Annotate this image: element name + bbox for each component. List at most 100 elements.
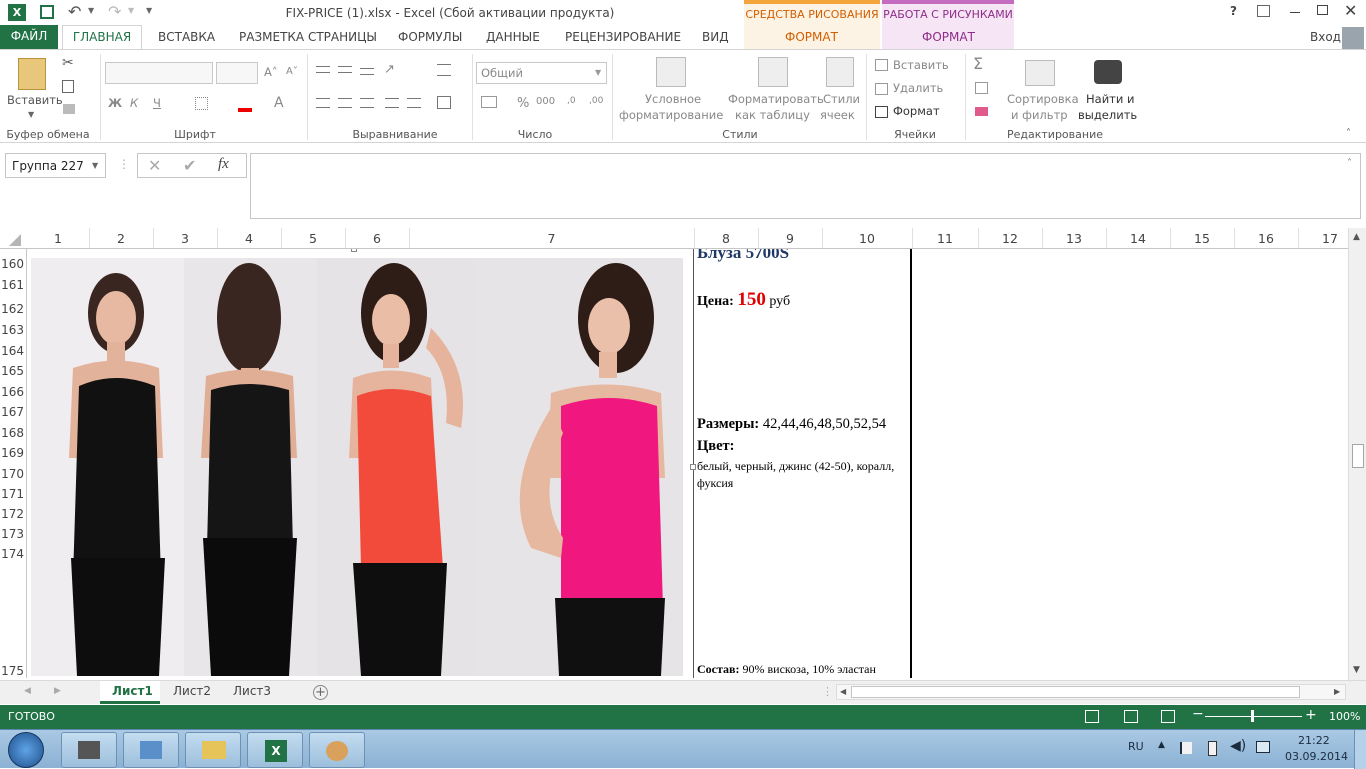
format-as-table-icon[interactable]: [758, 57, 788, 87]
column-header[interactable]: 1: [27, 231, 89, 246]
font-name-select[interactable]: [105, 62, 213, 84]
orientation-icon[interactable]: ↗: [384, 62, 395, 77]
tab-drawing-format[interactable]: ФОРМАТ: [785, 30, 838, 44]
column-header[interactable]: 7: [409, 231, 694, 246]
zoom-slider-thumb[interactable]: [1251, 710, 1254, 722]
sort-filter-button[interactable]: Сортировка: [1007, 92, 1079, 106]
row-header[interactable]: 161: [0, 278, 26, 292]
column-header[interactable]: 10: [822, 231, 912, 246]
zoom-in-icon[interactable]: +: [1305, 707, 1317, 723]
column-header[interactable]: 3: [153, 231, 217, 246]
clock-date[interactable]: 03.09.2014: [1285, 750, 1348, 763]
comma-style-icon[interactable]: 000: [536, 96, 555, 107]
format-as-table-button[interactable]: Форматировать: [728, 92, 824, 106]
delete-cells-icon[interactable]: [875, 83, 888, 95]
show-hidden-icons[interactable]: ▲: [1158, 740, 1165, 750]
clock-time[interactable]: 21:22: [1298, 734, 1330, 747]
tab-splitter[interactable]: ⋮: [822, 685, 833, 698]
fill-icon[interactable]: [975, 82, 988, 94]
find-select-button[interactable]: Найти и: [1086, 92, 1134, 106]
conditional-formatting-icon[interactable]: [656, 57, 686, 87]
increase-font-icon[interactable]: A˄: [264, 65, 278, 79]
row-header[interactable]: 175: [0, 664, 26, 678]
name-box-dropdown-icon[interactable]: ▼: [92, 161, 98, 170]
row-header[interactable]: 173: [0, 527, 26, 541]
column-header[interactable]: 16: [1234, 231, 1298, 246]
align-bottom-icon[interactable]: [360, 68, 374, 75]
increase-decimal-icon[interactable]: ,0: [567, 96, 576, 106]
column-header[interactable]: 13: [1042, 231, 1106, 246]
sign-in-link[interactable]: Вход: [1310, 30, 1341, 44]
tab-picture-format[interactable]: ФОРМАТ: [922, 30, 975, 44]
row-header[interactable]: 160: [0, 257, 26, 271]
percent-icon[interactable]: %: [517, 96, 529, 111]
underline-button[interactable]: Ч: [153, 96, 161, 110]
zoom-out-icon[interactable]: −: [1192, 706, 1204, 722]
scroll-right-icon[interactable]: ▶: [1334, 687, 1340, 696]
wrap-text-icon[interactable]: [437, 64, 451, 76]
taskbar-excel[interactable]: X: [247, 732, 303, 768]
row-header[interactable]: 164: [0, 344, 26, 358]
column-header[interactable]: 12: [978, 231, 1042, 246]
page-break-view-icon[interactable]: [1161, 710, 1175, 723]
sheet-tab-3[interactable]: Лист3: [233, 684, 271, 698]
product-photo-group[interactable]: [31, 258, 683, 676]
tab-formulas[interactable]: ФОРМУЛЫ: [398, 30, 462, 44]
tab-view[interactable]: ВИД: [702, 30, 729, 44]
tab-file[interactable]: ФАЙЛ: [0, 25, 58, 49]
clipboard-icon[interactable]: [18, 58, 46, 90]
delete-cells-button[interactable]: Удалить: [893, 81, 943, 95]
bold-button[interactable]: Ж: [108, 96, 122, 110]
sort-filter-icon[interactable]: [1025, 60, 1055, 86]
decrease-decimal-icon[interactable]: ,00: [589, 96, 603, 106]
flag-icon[interactable]: [1180, 742, 1192, 754]
column-header[interactable]: 2: [89, 231, 153, 246]
taskbar-explorer[interactable]: [185, 732, 241, 768]
decrease-indent-icon[interactable]: [385, 98, 399, 108]
select-all-corner[interactable]: [9, 234, 21, 246]
column-header[interactable]: 4: [217, 231, 281, 246]
copy-icon[interactable]: [62, 80, 74, 93]
prev-sheet-icon[interactable]: ◀: [24, 686, 31, 696]
align-middle-icon[interactable]: [338, 66, 352, 73]
sheet-tab-1[interactable]: Лист1: [112, 684, 153, 698]
help-button[interactable]: ?: [1230, 4, 1237, 18]
vertical-scrollbar[interactable]: ▲ ▼: [1348, 228, 1366, 680]
font-color-icon[interactable]: A: [274, 95, 284, 111]
row-header[interactable]: 163: [0, 323, 26, 337]
font-size-select[interactable]: [216, 62, 258, 84]
normal-view-icon[interactable]: [1085, 710, 1099, 723]
sheet-tab-2[interactable]: Лист2: [173, 684, 211, 698]
user-avatar[interactable]: [1342, 27, 1364, 49]
column-header[interactable]: 9: [758, 231, 822, 246]
taskbar-paint[interactable]: [309, 732, 365, 768]
formula-bar-splitter[interactable]: ⋮: [118, 157, 130, 171]
italic-button[interactable]: К: [130, 96, 138, 110]
cancel-formula-icon[interactable]: ✕: [148, 156, 161, 175]
ribbon-display-options-icon[interactable]: [1257, 5, 1270, 17]
insert-cells-button[interactable]: Вставить: [893, 58, 949, 72]
cell-styles-button[interactable]: Стили: [823, 92, 860, 106]
fill-color-icon[interactable]: [238, 96, 252, 112]
row-header[interactable]: 171: [0, 487, 26, 501]
format-cells-icon[interactable]: [875, 106, 888, 118]
paste-button[interactable]: Вставить: [7, 93, 63, 107]
column-header[interactable]: 14: [1106, 231, 1170, 246]
page-layout-view-icon[interactable]: [1124, 710, 1138, 723]
cut-icon[interactable]: ✂: [62, 55, 74, 71]
formula-bar-collapse-icon[interactable]: ˄: [1347, 158, 1352, 169]
align-center-icon[interactable]: [338, 98, 352, 108]
horizontal-scroll-thumb[interactable]: [851, 686, 1300, 698]
zoom-level[interactable]: 100%: [1329, 710, 1360, 723]
next-sheet-icon[interactable]: ▶: [54, 686, 61, 696]
borders-icon[interactable]: [195, 97, 208, 110]
tab-data[interactable]: ДАННЫЕ: [486, 30, 540, 44]
align-right-icon[interactable]: [360, 98, 374, 108]
tab-home[interactable]: ГЛАВНАЯ: [62, 25, 142, 50]
align-left-icon[interactable]: [316, 98, 330, 108]
row-header[interactable]: 162: [0, 302, 26, 316]
row-header[interactable]: 165: [0, 364, 26, 378]
network-icon[interactable]: [1256, 741, 1270, 753]
insert-function-button[interactable]: fx: [218, 156, 229, 173]
row-header[interactable]: 168: [0, 426, 26, 440]
